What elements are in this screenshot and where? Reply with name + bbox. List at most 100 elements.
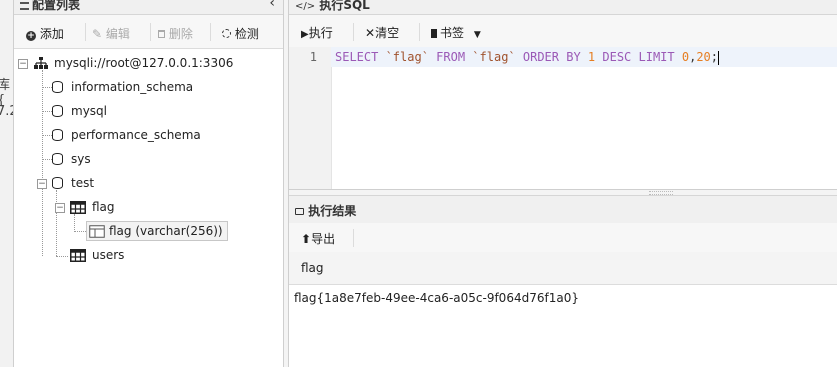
sql-code-line[interactable]: SELECT `flag` FROM `flag` ORDER BY 1 DES…	[335, 50, 719, 65]
tree-item-label: performance_schema	[71, 128, 201, 142]
toolbar-divider	[419, 23, 420, 41]
bookmark-dropdown[interactable]: 书签 ▼	[431, 24, 481, 41]
result-panel-title: 执行结果	[295, 202, 356, 219]
tree-connector	[42, 135, 52, 136]
tree-item-label: users	[92, 248, 125, 262]
sql-token: SELECT	[335, 50, 386, 64]
test-collapse-toggle[interactable]: −	[37, 179, 47, 189]
text-cursor	[718, 50, 719, 65]
tree-item-label: mysql	[71, 104, 107, 118]
play-icon: ▶	[301, 29, 309, 40]
sql-token: 0	[681, 50, 690, 64]
tree-item-information-schema[interactable]: information_schema	[52, 77, 193, 97]
delete-button-label: 删除	[168, 27, 193, 41]
edit-button-label: 编辑	[105, 27, 130, 41]
toolbar-divider	[210, 23, 211, 41]
collapse-panel-button[interactable]: ‹	[269, 0, 275, 11]
result-cell-flag[interactable]: flag{1a8e7feb-49ee-4ca6-a05c-9f064d76f1a…	[294, 291, 579, 305]
tree-item-label: sys	[71, 152, 91, 166]
edit-button[interactable]: ✎ 编辑	[92, 25, 130, 42]
toolbar-divider	[353, 229, 354, 247]
toolbar-divider	[85, 23, 86, 41]
trash-icon	[158, 30, 165, 38]
tree-item-table-users[interactable]: users	[70, 245, 124, 265]
sql-panel-title-text: 执行SQL	[319, 0, 370, 12]
plus-circle-icon: +	[26, 31, 36, 41]
clear-button-label: 清空	[375, 26, 400, 40]
bookmark-label: 书签	[440, 26, 465, 40]
tree-item-label: flag	[92, 200, 115, 214]
tree-item-label: flag (varchar(256))	[109, 224, 223, 238]
tree-connector	[56, 190, 57, 256]
tree-connector	[42, 159, 52, 160]
table-icon	[70, 248, 86, 268]
sql-token: `flag`	[385, 50, 429, 64]
sql-token: ;	[710, 50, 718, 64]
drive-icon	[295, 208, 304, 215]
sql-token: 20	[696, 50, 711, 64]
run-button-label: 执行	[308, 26, 333, 40]
background-text-2: 7.2	[0, 104, 13, 119]
column-header-flag[interactable]: flag	[301, 261, 324, 275]
delete-button[interactable]: 删除	[158, 25, 193, 42]
tree-item-label: information_schema	[71, 80, 194, 94]
result-panel: 执行结果 ⬆导出 flag flag{1a8e7feb-49ee-4ca6-a0…	[289, 195, 837, 367]
config-toolbar: + 添加 ✎ 编辑 删除 检测	[14, 15, 283, 49]
edit-icon: ✎	[92, 27, 103, 41]
tree-item-table-flag[interactable]: flag	[70, 197, 115, 217]
sql-token: `flag`	[472, 50, 516, 64]
sql-token: FROM	[428, 50, 473, 64]
tree-item-test[interactable]: test	[52, 173, 94, 193]
line-number: 1	[309, 50, 317, 64]
table-row[interactable]: flag{1a8e7feb-49ee-4ca6-a05c-9f064d76f1a…	[289, 285, 837, 311]
background-window-edge: 库{ 7.2	[0, 0, 14, 367]
column-icon	[89, 225, 105, 243]
sql-panel-header: </> 执行SQL	[289, 0, 837, 15]
background-text-1: 库{	[0, 74, 13, 108]
config-panel-title: 配置列表	[20, 0, 80, 13]
config-panel-title-text: 配置列表	[32, 0, 81, 12]
toolbar-divider	[150, 23, 151, 41]
tree-item-performance-schema[interactable]: performance_schema	[52, 125, 201, 145]
sql-token: DESC LIMIT	[595, 50, 682, 64]
toolbar-divider	[353, 23, 354, 41]
database-icon	[52, 153, 63, 165]
root-collapse-toggle[interactable]: −	[18, 59, 28, 69]
tree-connector	[42, 70, 43, 256]
list-icon	[20, 2, 29, 10]
config-panel-header: 配置列表 ‹	[14, 0, 283, 15]
flag-collapse-toggle[interactable]: −	[55, 203, 65, 213]
upload-icon: ⬆	[301, 232, 312, 246]
check-button[interactable]: 检测	[222, 25, 259, 42]
clear-button[interactable]: ✕清空	[365, 24, 399, 41]
add-button[interactable]: + 添加	[26, 25, 64, 42]
database-icon	[52, 81, 63, 93]
editor-gutter: 1	[289, 47, 332, 189]
result-grid-header: flag	[289, 252, 837, 285]
export-button-label: 导出	[311, 232, 336, 246]
tree-item-sys[interactable]: sys	[52, 149, 91, 169]
sql-panel-title: </> 执行SQL	[295, 0, 370, 13]
tree-connector	[56, 256, 68, 257]
add-button-label: 添加	[39, 27, 64, 41]
result-panel-title-text: 执行结果	[308, 204, 357, 218]
tree-root-label: mysqli://root@127.0.0.1:3306	[54, 56, 234, 70]
sql-toolbar: ▶执行 ✕清空 书签 ▼	[289, 15, 837, 48]
sql-editor[interactable]: 1 SELECT `flag` FROM `flag` ORDER BY 1 D…	[289, 47, 837, 189]
tree-connector	[74, 231, 86, 232]
database-icon	[52, 105, 63, 117]
bookmark-icon	[431, 29, 437, 38]
tree-item-mysql[interactable]: mysql	[52, 101, 107, 121]
sql-panel: </> 执行SQL ▶执行 ✕清空 书签 ▼ 1 SELECT `flag` F…	[289, 0, 837, 190]
check-button-label: 检测	[234, 27, 259, 41]
tree-root-connection[interactable]: mysqli://root@127.0.0.1:3306	[34, 53, 233, 73]
database-icon	[52, 177, 63, 189]
close-icon: ✕	[365, 26, 376, 40]
code-icon: </>	[295, 1, 316, 12]
tree-connector	[42, 87, 52, 88]
run-button[interactable]: ▶执行	[301, 24, 333, 41]
tree-item-column-flag[interactable]: flag (varchar(256))	[86, 221, 228, 241]
config-list-panel: 配置列表 ‹ + 添加 ✎ 编辑 删除 检测 − mysqli://root@1…	[14, 0, 284, 367]
tree-item-label: test	[71, 176, 95, 190]
export-button[interactable]: ⬆导出	[301, 230, 335, 247]
